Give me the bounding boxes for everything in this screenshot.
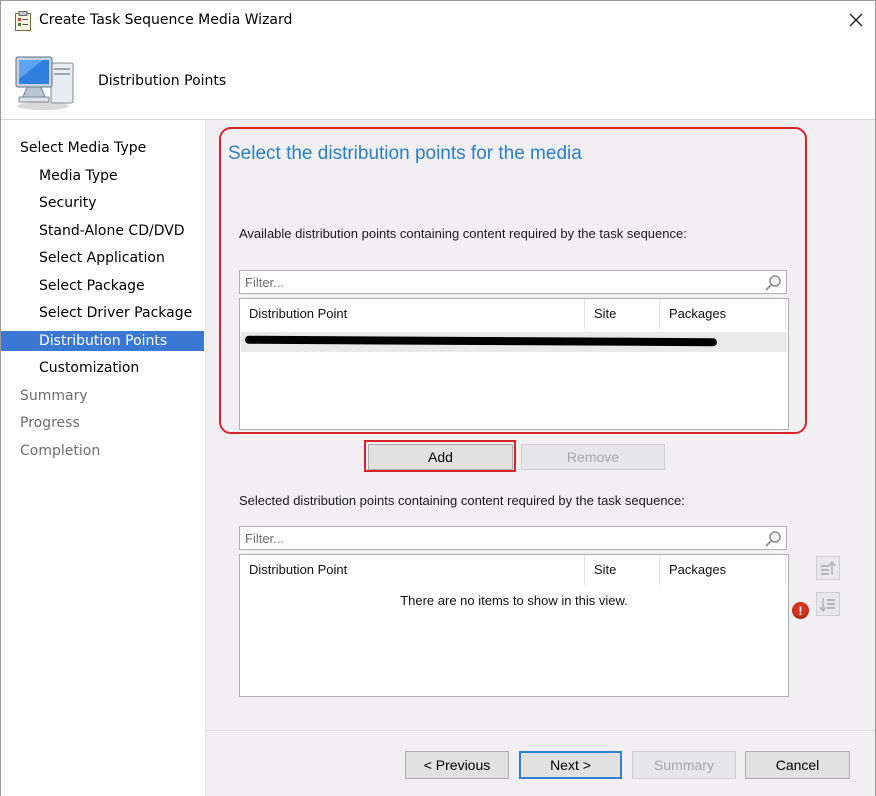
previous-button[interactable]: < Previous: [405, 751, 509, 779]
search-icon[interactable]: [764, 274, 782, 292]
column-header-site[interactable]: Site: [585, 555, 660, 585]
selected-points-list[interactable]: Distribution Point Site Packages There a…: [239, 554, 789, 697]
column-header-site[interactable]: Site: [585, 299, 660, 329]
computer-icon: [15, 56, 74, 110]
empty-list-message: There are no items to show in this view.: [400, 593, 628, 608]
summary-button[interactable]: Summary: [632, 751, 736, 779]
error-icon: !: [792, 602, 809, 619]
column-header-distribution-point[interactable]: Distribution Point: [240, 299, 585, 329]
selected-filter-input[interactable]: [245, 529, 755, 547]
clipboard-icon: [15, 11, 31, 31]
column-header-distribution-point[interactable]: Distribution Point: [240, 555, 585, 585]
title-bar[interactable]: Create Task Sequence Media Wizard: [1, 1, 875, 41]
nav-item-summary: Summary: [20, 388, 88, 404]
available-filter-input[interactable]: [245, 273, 755, 291]
wizard-header: Distribution Points: [1, 41, 875, 120]
add-button[interactable]: Add: [368, 444, 513, 470]
available-list-header: Distribution Point Site Packages: [240, 299, 788, 329]
wizard-nav: Select Media Type Media Type Security St…: [1, 120, 206, 796]
remove-button[interactable]: Remove: [521, 444, 665, 470]
nav-item-select-media-type: Select Media Type: [20, 140, 147, 156]
selected-list-header: Distribution Point Site Packages: [240, 555, 788, 585]
next-button[interactable]: Next >: [519, 751, 622, 779]
available-filter-box[interactable]: [239, 270, 787, 294]
nav-item-completion: Completion: [20, 443, 101, 459]
selected-points-label: Selected distribution points containing …: [239, 493, 685, 508]
selected-filter-box[interactable]: [239, 526, 787, 550]
move-up-icon: [821, 560, 836, 575]
cancel-button[interactable]: Cancel: [745, 751, 850, 779]
close-icon: [849, 13, 863, 27]
page-title: Distribution Points: [98, 73, 227, 89]
column-header-packages[interactable]: Packages: [660, 299, 786, 329]
content-heading: Select the distribution points for the m…: [228, 143, 582, 164]
search-icon[interactable]: [764, 530, 782, 548]
column-header-packages[interactable]: Packages: [660, 555, 786, 585]
nav-item-progress: Progress: [20, 415, 80, 431]
move-down-button[interactable]: [816, 592, 840, 616]
available-points-list[interactable]: Distribution Point Site Packages: [239, 298, 789, 430]
move-down-icon: [819, 598, 835, 613]
close-button[interactable]: [839, 5, 873, 35]
available-points-label: Available distribution points containing…: [239, 226, 687, 241]
nav-item-distribution-points: Distribution Points: [1, 331, 204, 351]
move-up-button[interactable]: [816, 556, 840, 580]
window-title: Create Task Sequence Media Wizard: [39, 12, 293, 28]
